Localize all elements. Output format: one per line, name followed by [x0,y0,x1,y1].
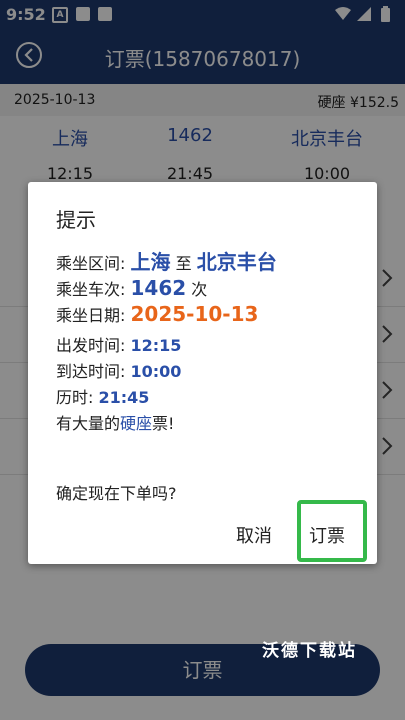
arrive-line: 到达时间: 10:00 [56,358,181,382]
train-label: 乘坐车次: [56,280,126,299]
duration-line: 历时: 21:45 [56,384,149,408]
date-line: 乘坐日期: 2025-10-13 [56,302,258,326]
route-from: 上海 [130,250,171,274]
arrive-value: 10:00 [130,362,182,381]
train-number-value: 1462 [130,276,187,300]
availability-prefix: 有大量的 [56,414,121,433]
watermark: 沃德下载站 [262,641,357,661]
route-to: 北京丰台 [196,250,277,274]
route-label: 乘坐区间: [56,254,126,273]
confirm-question: 确定现在下单吗? [56,484,177,503]
depart-line: 出发时间: 12:15 [56,332,181,356]
train-line: 乘坐车次: 1462 次 [56,276,207,300]
date-label: 乘坐日期: [56,306,126,325]
duration-label: 历时: [56,388,94,407]
dialog-title: 提示 [56,208,96,232]
route-separator: 至 [175,254,192,273]
depart-label: 出发时间: [56,336,126,355]
duration-value: 21:45 [98,388,150,407]
route-line: 乘坐区间: 上海 至 北京丰台 [56,246,277,275]
depart-value: 12:15 [130,336,182,355]
availability-suffix: 票! [152,414,175,433]
order-button-highlight [297,500,367,562]
cancel-button[interactable]: 取消 [236,522,272,548]
availability-line: 有大量的硬座票! [56,410,174,434]
availability-seat: 硬座 [120,414,153,433]
arrive-label: 到达时间: [56,362,126,381]
train-suffix: 次 [191,280,208,299]
date-value: 2025-10-13 [130,302,259,326]
